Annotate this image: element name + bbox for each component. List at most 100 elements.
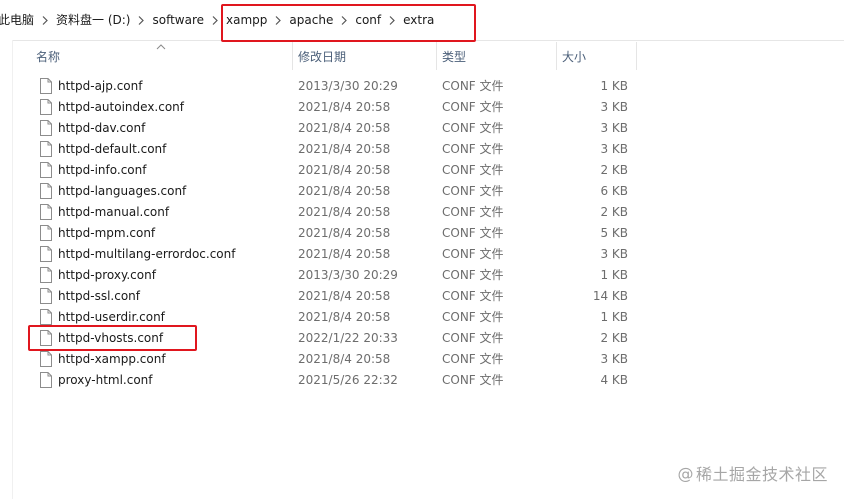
file-row[interactable]: httpd-vhosts.conf 2022/1/22 20:33 CONF 文件 2… (30, 328, 636, 349)
file-name: httpd-userdir.conf (58, 310, 165, 324)
file-date-modified: 2013/3/30 20:29 (298, 79, 398, 93)
file-row[interactable]: httpd-manual.conf 2021/8/4 20:58 CONF 文件 2 … (30, 202, 636, 223)
file-type: CONF 文件 (442, 268, 504, 282)
file-icon (40, 183, 52, 199)
chevron-right-icon[interactable] (337, 9, 351, 31)
column-type[interactable]: 类型 (436, 40, 556, 72)
file-row[interactable]: httpd-ajp.conf 2013/3/30 20:29 CONF 文件 1 KB (30, 76, 636, 97)
file-icon (40, 78, 52, 94)
chevron-right-icon[interactable] (208, 9, 222, 31)
breadcrumb-item-extra[interactable]: extra (399, 9, 438, 31)
file-size: 2 KB (600, 331, 628, 345)
watermark: @ 稀土掘金技术社区 (677, 461, 828, 485)
file-size: 3 KB (600, 142, 628, 156)
file-date-modified: 2021/8/4 20:58 (298, 163, 391, 177)
column-size[interactable]: 大小 (556, 40, 636, 72)
file-size: 4 KB (600, 373, 628, 387)
file-size: 2 KB (600, 205, 628, 219)
file-type: CONF 文件 (442, 247, 504, 261)
file-date-modified: 2021/8/4 20:58 (298, 100, 391, 114)
file-row[interactable]: httpd-multilang-errordoc.conf 2021/8/4 20… (30, 244, 636, 265)
file-row[interactable]: httpd-mpm.conf 2021/8/4 20:58 CONF 文件 5 KB (30, 223, 636, 244)
file-name: httpd-vhosts.conf (58, 331, 164, 345)
file-row[interactable]: httpd-info.conf 2021/8/4 20:58 CONF 文件 2 KB (30, 160, 636, 181)
file-size: 1 KB (600, 79, 628, 93)
file-row[interactable]: httpd-languages.conf 2021/8/4 20:58 CONF 文… (30, 181, 636, 202)
file-date-modified: 2021/8/4 20:58 (298, 352, 391, 366)
file-type: CONF 文件 (442, 226, 504, 240)
file-row[interactable]: httpd-userdir.conf 2021/8/4 20:58 CONF 文件 1… (30, 307, 636, 328)
file-icon (40, 120, 52, 136)
file-type: CONF 文件 (442, 79, 504, 93)
file-date-modified: 2021/8/4 20:58 (298, 121, 391, 135)
file-type: CONF 文件 (442, 100, 504, 114)
file-icon (40, 225, 52, 241)
file-date-modified: 2022/1/22 20:33 (298, 331, 398, 345)
file-date-modified: 2021/8/4 20:58 (298, 247, 391, 261)
file-type: CONF 文件 (442, 289, 504, 303)
chevron-right-icon[interactable] (385, 9, 399, 31)
file-icon (40, 204, 52, 220)
file-date-modified: 2021/8/4 20:58 (298, 226, 391, 240)
breadcrumb: 此电脑 资料盘一 (D:) software xampp apache conf… (0, 0, 438, 40)
file-size: 3 KB (600, 247, 628, 261)
file-type: CONF 文件 (442, 121, 504, 135)
file-type: CONF 文件 (442, 184, 504, 198)
file-name: proxy-html.conf (58, 373, 153, 387)
file-size: 3 KB (600, 121, 628, 135)
file-size: 3 KB (600, 352, 628, 366)
chevron-right-icon[interactable] (38, 9, 52, 31)
file-row[interactable]: proxy-html.conf 2021/5/26 22:32 CONF 文件 4 K… (30, 370, 636, 391)
file-size: 3 KB (600, 100, 628, 114)
column-name[interactable]: 名称 (30, 40, 292, 72)
file-icon (40, 162, 52, 178)
chevron-right-icon[interactable] (134, 9, 148, 31)
file-name: httpd-languages.conf (58, 184, 187, 198)
file-name: httpd-autoindex.conf (58, 100, 184, 114)
chevron-right-icon[interactable] (271, 9, 285, 31)
file-name: httpd-ajp.conf (58, 79, 143, 93)
watermark-symbol: @ (677, 463, 694, 483)
breadcrumb-item-drive-d[interactable]: 资料盘一 (D:) (52, 9, 134, 31)
file-type: CONF 文件 (442, 142, 504, 156)
file-type: CONF 文件 (442, 310, 504, 324)
breadcrumb-item-xampp[interactable]: xampp (222, 9, 271, 31)
file-icon (40, 288, 52, 304)
file-row[interactable]: httpd-xampp.conf 2021/8/4 20:58 CONF 文件 3 K… (30, 349, 636, 370)
file-name: httpd-default.conf (58, 142, 167, 156)
breadcrumb-item-software[interactable]: software (148, 9, 208, 31)
file-name: httpd-xampp.conf (58, 352, 166, 366)
file-name: httpd-proxy.conf (58, 268, 156, 282)
file-size: 1 KB (600, 310, 628, 324)
file-name: httpd-manual.conf (58, 205, 170, 219)
file-name: httpd-info.conf (58, 163, 147, 177)
file-name: httpd-mpm.conf (58, 226, 156, 240)
breadcrumb-item-apache[interactable]: apache (285, 9, 337, 31)
file-row[interactable]: httpd-autoindex.conf 2021/8/4 20:58 CONF 文… (30, 97, 636, 118)
file-date-modified: 2013/3/30 20:29 (298, 268, 398, 282)
file-icon (40, 267, 52, 283)
file-row[interactable]: httpd-proxy.conf 2013/3/30 20:29 CONF 文件 1 … (30, 265, 636, 286)
file-size: 14 KB (592, 289, 628, 303)
file-type: CONF 文件 (442, 163, 504, 177)
file-name: httpd-ssl.conf (58, 289, 141, 303)
breadcrumb-item-conf[interactable]: conf (351, 9, 385, 31)
column-divider[interactable] (636, 42, 637, 70)
file-name: httpd-dav.conf (58, 121, 146, 135)
file-date-modified: 2021/8/4 20:58 (298, 184, 391, 198)
file-row[interactable]: httpd-ssl.conf 2021/8/4 20:58 CONF 文件 14 KB (30, 286, 636, 307)
file-size: 6 KB (600, 184, 628, 198)
file-icon (40, 372, 52, 388)
address-bar[interactable]: 此电脑 资料盘一 (D:) software xampp apache conf… (0, 0, 844, 42)
file-row[interactable]: httpd-dav.conf 2021/8/4 20:58 CONF 文件 3 KB (30, 118, 636, 139)
file-date-modified: 2021/8/4 20:58 (298, 205, 391, 219)
file-type: CONF 文件 (442, 373, 504, 387)
navigation-pane-edge (0, 40, 13, 499)
file-date-modified: 2021/8/4 20:58 (298, 310, 391, 324)
breadcrumb-item-this-pc[interactable]: 此电脑 (0, 9, 38, 31)
file-icon (40, 141, 52, 157)
column-date-modified[interactable]: 修改日期 (292, 40, 436, 72)
file-type: CONF 文件 (442, 352, 504, 366)
file-date-modified: 2021/5/26 22:32 (298, 373, 398, 387)
file-row[interactable]: httpd-default.conf 2021/8/4 20:58 CONF 文件 3… (30, 139, 636, 160)
